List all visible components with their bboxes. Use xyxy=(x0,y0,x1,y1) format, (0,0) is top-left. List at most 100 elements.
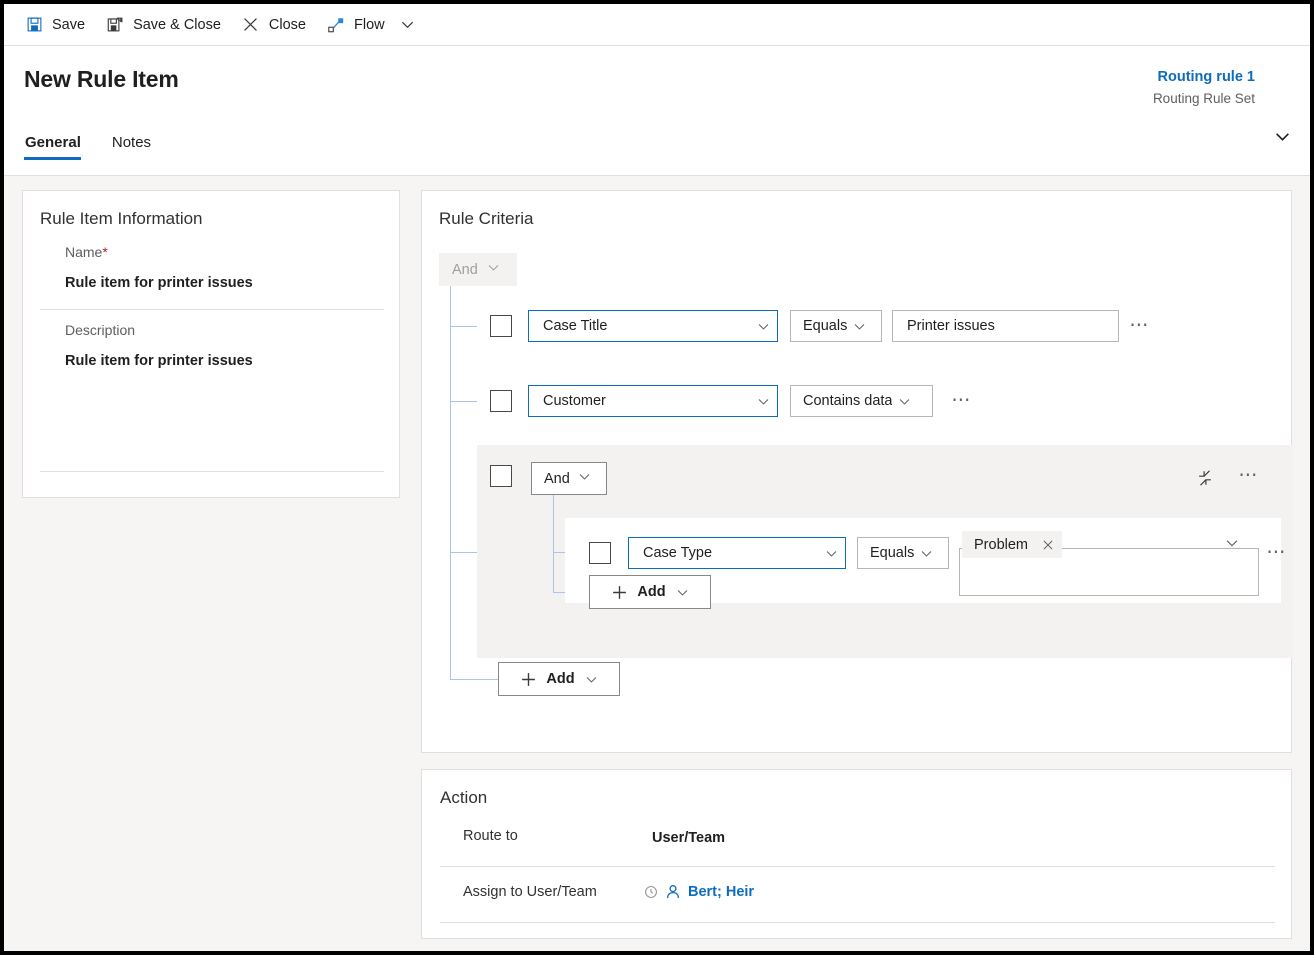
value-input-case-title[interactable]: Printer issues xyxy=(892,310,1119,342)
tree-trunk-group xyxy=(553,495,554,593)
group-add-button-label: Add xyxy=(637,584,666,600)
rule-criteria-card: Rule Criteria And Case Title Equals Prin… xyxy=(421,190,1293,753)
tree-stub-group xyxy=(450,552,477,553)
form-header: New Rule Item Routing rule 1 Routing Rul… xyxy=(4,46,1310,176)
value-chip-problem-label: Problem xyxy=(974,536,1028,553)
chevron-down-icon xyxy=(847,320,871,333)
form-body: Rule Item Information Name* Rule item fo… xyxy=(4,177,1310,951)
close-button-label: Close xyxy=(268,16,306,33)
row-more-button-customer[interactable]: ⋯ xyxy=(948,388,976,414)
assignee-value[interactable]: Bert; Heir xyxy=(644,884,754,900)
chevron-down-icon xyxy=(402,21,414,29)
root-operator-dropdown[interactable]: And xyxy=(439,253,517,286)
condition-checkbox-case-title[interactable] xyxy=(490,315,512,337)
flow-button[interactable]: Flow xyxy=(316,5,395,45)
close-x-icon[interactable] xyxy=(1042,539,1054,551)
tree-stub-row-2 xyxy=(450,401,477,402)
collapse-arrows-icon xyxy=(1199,470,1211,486)
tab-notes-label: Notes xyxy=(111,134,152,151)
condition-checkbox-customer[interactable] xyxy=(490,390,512,412)
root-add-button-label: Add xyxy=(546,671,575,687)
action-title: Action xyxy=(440,788,488,807)
operator-dropdown-case-title[interactable]: Equals xyxy=(790,310,882,342)
chevron-down-icon xyxy=(578,470,591,487)
command-bar: Save Save & Close Close Flow xyxy=(4,4,1310,46)
attribute-dropdown-case-title-value: Case Title xyxy=(543,318,608,334)
page-title: New Rule Item xyxy=(24,66,179,92)
value-chip-problem[interactable]: Problem xyxy=(962,531,1062,558)
attribute-dropdown-case-title[interactable]: Case Title xyxy=(528,310,778,342)
route-to-divider xyxy=(440,866,1275,867)
app-frame: Save Save & Close Close Flow New Rule It… xyxy=(4,4,1310,951)
chevron-down-icon xyxy=(892,395,916,408)
chevron-down-icon xyxy=(1226,540,1238,547)
description-field-label: Description xyxy=(65,322,136,338)
flow-button-label: Flow xyxy=(354,16,385,33)
tree-stub-add xyxy=(450,679,498,680)
save-button-label: Save xyxy=(52,16,86,33)
chevron-down-icon xyxy=(817,547,845,560)
description-field-value[interactable]: Rule item for printer issues xyxy=(65,353,253,369)
name-field-divider xyxy=(40,309,384,310)
tab-notes[interactable]: Notes xyxy=(111,134,159,160)
group-more-label: ⋯ xyxy=(1238,465,1260,486)
chevron-down-icon xyxy=(749,395,777,408)
save-and-close-icon xyxy=(105,15,125,35)
value-multiselect-chevron[interactable] xyxy=(1225,536,1239,555)
assign-to-label: Assign to User/Team xyxy=(463,884,597,900)
attribute-dropdown-case-type[interactable]: Case Type xyxy=(628,537,846,569)
save-and-close-button[interactable]: Save & Close xyxy=(95,5,231,45)
header-expand-button[interactable] xyxy=(1268,122,1296,150)
group-operator-dropdown[interactable]: And xyxy=(531,462,607,495)
group-collapse-button[interactable] xyxy=(1192,465,1218,491)
root-operator-label: And xyxy=(452,261,478,278)
assign-to-divider xyxy=(440,922,1275,923)
routing-rule-link[interactable]: Routing rule 1 xyxy=(1153,68,1255,87)
form-tabs: General Notes xyxy=(24,134,181,160)
operator-dropdown-case-type-value: Equals xyxy=(870,545,915,561)
root-add-button[interactable]: Add xyxy=(498,662,620,696)
chevron-down-icon xyxy=(487,261,500,278)
row-more-button-case-title[interactable]: ⋯ xyxy=(1126,313,1154,339)
operator-dropdown-customer-value: Contains data xyxy=(803,393,893,409)
name-field-label: Name* xyxy=(65,244,108,260)
group-more-button[interactable]: ⋯ xyxy=(1235,463,1263,489)
operator-dropdown-case-type[interactable]: Equals xyxy=(857,537,949,569)
rule-item-information-card: Rule Item Information Name* Rule item fo… xyxy=(22,190,400,498)
row-more-label: ⋯ xyxy=(951,390,973,411)
row-more-button-case-type[interactable]: ⋯ xyxy=(1263,540,1291,566)
recent-clock-icon xyxy=(644,885,658,899)
rule-item-information-title: Rule Item Information xyxy=(40,209,203,228)
value-input-case-title-value: Printer issues xyxy=(907,318,995,334)
attribute-dropdown-customer[interactable]: Customer xyxy=(528,385,778,417)
row-more-label: ⋯ xyxy=(1129,315,1151,336)
chevron-down-icon xyxy=(585,673,598,686)
person-icon xyxy=(665,884,681,900)
name-field-value[interactable]: Rule item for printer issues xyxy=(65,275,253,291)
assignee-name: Bert; Heir xyxy=(688,884,755,900)
tree-trunk-main xyxy=(450,286,451,679)
operator-dropdown-case-title-value: Equals xyxy=(803,318,848,334)
tab-general-label: General xyxy=(25,134,81,151)
action-card: Action Route to User/Team Assign to User… xyxy=(421,769,1292,939)
plus-icon xyxy=(611,584,628,601)
save-button[interactable]: Save xyxy=(14,5,95,45)
rule-criteria-title: Rule Criteria xyxy=(439,209,534,228)
chevron-down-icon xyxy=(749,320,777,333)
condition-checkbox-case-type[interactable] xyxy=(589,542,611,564)
group-operator-label: And xyxy=(544,470,570,487)
route-to-value[interactable]: User/Team xyxy=(652,830,725,846)
tab-general[interactable]: General xyxy=(24,134,89,160)
group-add-button[interactable]: Add xyxy=(589,575,711,609)
close-button[interactable]: Close xyxy=(231,5,316,45)
operator-dropdown-customer[interactable]: Contains data xyxy=(790,385,933,417)
required-marker: * xyxy=(102,244,108,260)
header-context: Routing rule 1 Routing Rule Set xyxy=(1153,68,1255,108)
condition-group-checkbox[interactable] xyxy=(490,465,512,487)
chevron-down-icon xyxy=(676,586,689,599)
command-bar-overflow-caret[interactable] xyxy=(395,5,421,45)
save-icon xyxy=(24,15,44,35)
tree-stub-row-1 xyxy=(450,326,477,327)
attribute-dropdown-customer-value: Customer xyxy=(543,393,606,409)
plus-icon xyxy=(520,671,537,688)
